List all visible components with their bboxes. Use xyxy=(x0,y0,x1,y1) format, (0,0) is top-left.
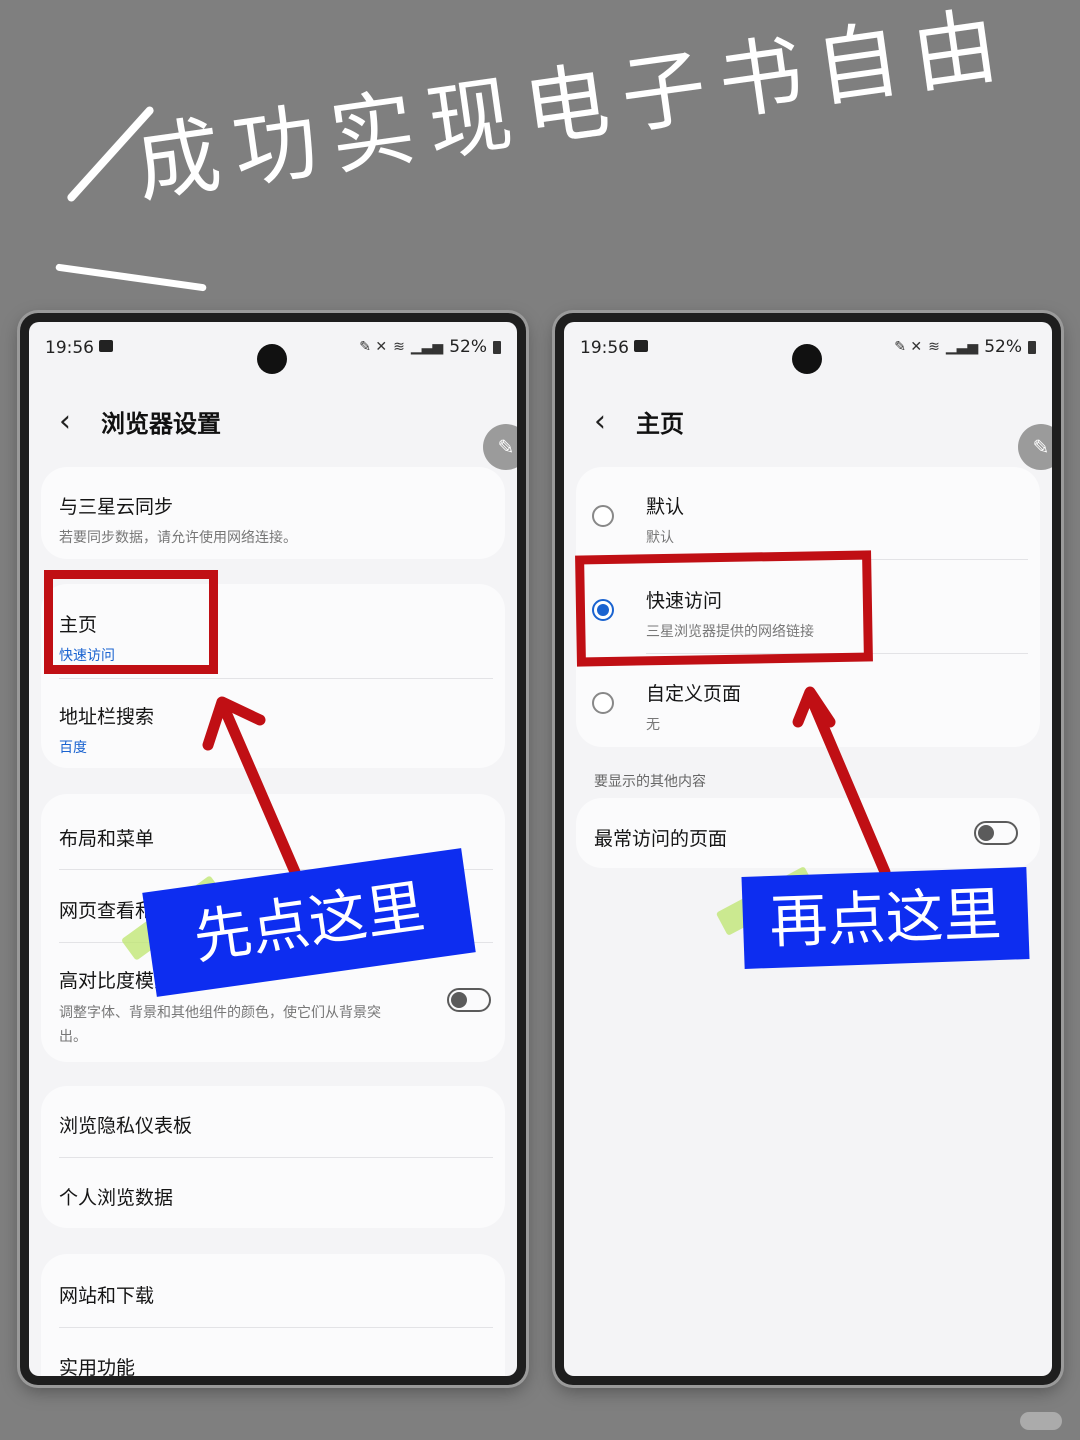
front-camera xyxy=(257,344,287,374)
gallery-icon xyxy=(634,340,648,352)
divider xyxy=(59,1157,493,1158)
wifi-icon: ≋ xyxy=(928,339,940,355)
callout-second-tap: 再点这里 xyxy=(741,867,1030,969)
battery-percent: 52% xyxy=(984,337,1022,357)
app-bar: ‹ 主页 xyxy=(564,394,1052,444)
item-most-visited[interactable]: 最常访问的页面 xyxy=(594,824,1028,851)
battery-icon xyxy=(493,340,501,354)
signal-icon: ▁▃▅ xyxy=(945,339,979,355)
right-phone: 19:56 ✎ ✕ ≋ ▁▃▅ 52% ‹ 主页 ✎ 默认 默认 快速访问 三星… xyxy=(555,313,1061,1385)
deco-underline xyxy=(55,263,207,292)
battery-percent: 52% xyxy=(449,337,487,357)
divider xyxy=(59,1327,493,1328)
back-chevron-icon[interactable]: ‹ xyxy=(594,404,606,439)
gallery-icon xyxy=(99,340,113,352)
divider xyxy=(59,678,493,679)
item-address-bar-search[interactable]: 地址栏搜索 百度 xyxy=(59,702,493,757)
item-layout-menu[interactable]: 布局和菜单 xyxy=(59,824,493,851)
wifi-icon: ≋ xyxy=(393,339,405,355)
item-privacy-dashboard[interactable]: 浏览隐私仪表板 xyxy=(59,1111,493,1138)
high-contrast-toggle[interactable] xyxy=(447,988,491,1012)
item-samsung-cloud-sync[interactable]: 与三星云同步 若要同步数据，请允许使用网络连接。 xyxy=(59,492,493,547)
back-chevron-icon[interactable]: ‹ xyxy=(59,404,71,439)
headline: 成功实现电子书自由 xyxy=(129,0,1018,215)
item-sites-downloads[interactable]: 网站和下载 xyxy=(59,1281,493,1308)
item-personal-data[interactable]: 个人浏览数据 xyxy=(59,1183,493,1210)
page-title: 浏览器设置 xyxy=(101,410,221,438)
battery-icon xyxy=(1028,340,1036,354)
right-screen: 19:56 ✎ ✕ ≋ ▁▃▅ 52% ‹ 主页 ✎ 默认 默认 快速访问 三星… xyxy=(564,322,1052,1376)
left-screen: 19:56 ✎ ✕ ≋ ▁▃▅ 52% ‹ 浏览器设置 ✎ 与三星云同步 若要同… xyxy=(29,322,517,1376)
highlight-box-homepage xyxy=(44,570,218,674)
status-time: 19:56 xyxy=(45,338,94,358)
signal-icon: ▁▃▅ xyxy=(410,339,444,355)
highlight-box-quick-access xyxy=(575,550,873,667)
watermark-badge xyxy=(1020,1412,1062,1430)
mute-icon: ✎ ✕ xyxy=(894,339,923,355)
front-camera xyxy=(792,344,822,374)
option-default[interactable]: 默认 默认 xyxy=(646,492,1028,547)
app-bar: ‹ 浏览器设置 xyxy=(29,394,517,444)
section-label: 要显示的其他内容 xyxy=(594,774,706,790)
page-title: 主页 xyxy=(636,410,684,438)
edit-pencil-icon[interactable]: ✎ xyxy=(1018,424,1052,470)
option-custom-page[interactable]: 自定义页面 无 xyxy=(646,679,1028,734)
edit-pencil-icon[interactable]: ✎ xyxy=(483,424,517,470)
status-time: 19:56 xyxy=(580,338,629,358)
most-visited-toggle[interactable] xyxy=(974,821,1018,845)
radio-default[interactable] xyxy=(592,505,614,527)
radio-custom-page[interactable] xyxy=(592,692,614,714)
item-useful-features[interactable]: 实用功能 xyxy=(59,1353,493,1376)
mute-icon: ✎ ✕ xyxy=(359,339,388,355)
